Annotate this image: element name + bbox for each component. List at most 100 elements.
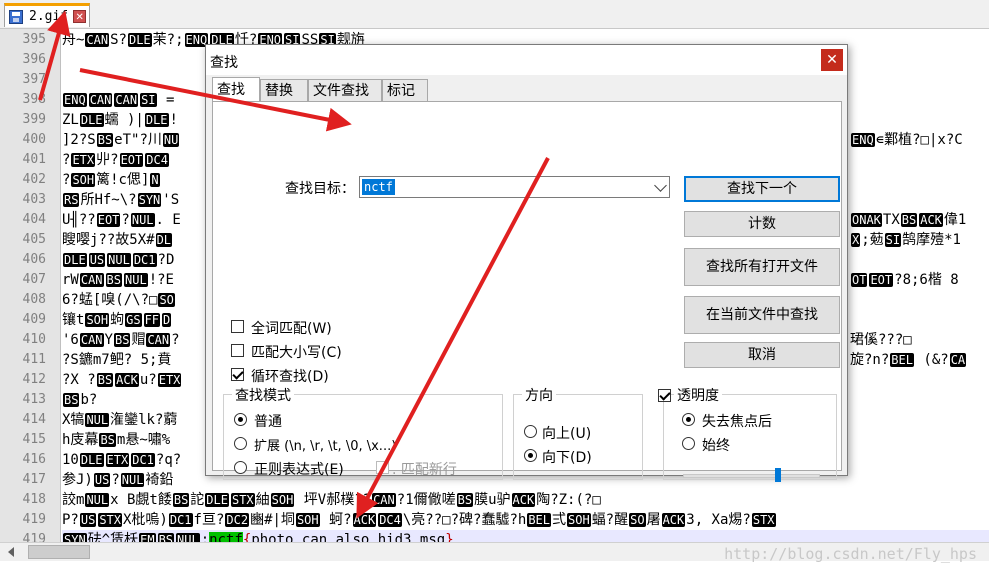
code-line-fragment[interactable]: ENQ ∊鄴植?□|x?C: [850, 130, 963, 150]
line-number: 397: [22, 72, 46, 87]
tab-find-in-files[interactable]: 文件查找: [308, 79, 382, 101]
code-line[interactable]: '6 CAN Y BS 赗 CAN?: [62, 330, 180, 350]
code-text: 砝^赁枖: [87, 532, 139, 542]
code-text: 丱?: [96, 152, 119, 168]
tab-replace[interactable]: 替换: [260, 79, 308, 101]
line-number: 406: [22, 252, 46, 267]
code-text: 10: [62, 452, 79, 468]
code-line[interactable]: ?S鑣m7鲃? 5;賁: [62, 350, 171, 370]
transparency-slider[interactable]: [683, 474, 820, 478]
match-newline-checkbox[interactable]: [376, 461, 389, 474]
control-char: SOH: [295, 513, 320, 527]
control-char: STX: [230, 493, 255, 507]
control-char: NUL: [130, 213, 155, 227]
code-line-fragment[interactable]: 旋?n? BEL (&? CA: [850, 350, 967, 370]
code-line[interactable]: 参J) US? NUL 裿鉛: [62, 470, 173, 490]
wrap-around-checkbox[interactable]: [231, 368, 244, 381]
cancel-button[interactable]: 取消: [684, 342, 840, 368]
whole-word-checkbox[interactable]: [231, 320, 244, 333]
code-line[interactable]: 瞍嘤j??故5X# DL: [62, 230, 173, 250]
code-line-fragment[interactable]: ONAK TX BS ACK 偉1: [850, 210, 966, 230]
code-line[interactable]: DLE US NUL DC1 ?D: [62, 250, 174, 270]
code-line[interactable]: h庋幕 BS m悬~嘯%: [62, 430, 170, 450]
match-case-checkbox[interactable]: [231, 344, 244, 357]
code-line[interactable]: 10 DLE ETX DC1 ?q?: [62, 450, 181, 470]
control-char: BS: [172, 493, 190, 507]
transparency-checkbox[interactable]: [658, 389, 671, 402]
scrollbar-thumb[interactable]: [28, 545, 90, 559]
tab-find[interactable]: 查找: [212, 77, 260, 101]
tab-close-icon[interactable]: ✕: [73, 10, 87, 23]
code-line[interactable]: RS 所Hf~\? SYN 'S: [62, 190, 179, 210]
code-line[interactable]: ? ETX 丱? EOT DC4: [62, 150, 170, 170]
find-all-open-files-button[interactable]: 查找所有打开文件: [684, 248, 840, 286]
code-line[interactable]: 镶t SOH 蚼 GS FF D: [62, 310, 172, 330]
extended-mode-radio[interactable]: [234, 437, 247, 450]
code-line-fragment[interactable]: 珺傒???□: [850, 330, 912, 350]
line-number: 403: [22, 192, 46, 207]
code-text: ?: [171, 332, 180, 348]
code-line[interactable]: ZL DLE 蠕 )| DLE!: [62, 110, 178, 130]
count-button[interactable]: 计数: [684, 211, 840, 237]
control-char: ETX: [71, 153, 96, 167]
code-line[interactable]: U╢?? EOT? NUL. E: [62, 210, 181, 230]
code-text: 豳#|垌: [250, 512, 295, 528]
code-line[interactable]: ?X ? BS ACK u? ETX: [62, 370, 182, 390]
tab-mark[interactable]: 标记: [382, 79, 428, 101]
transparency-slider-thumb[interactable]: [775, 468, 781, 482]
code-text: 潅鑾lk?藭: [110, 412, 178, 428]
normal-mode-radio[interactable]: [234, 413, 247, 426]
find-in-current-file-button[interactable]: 在当前文件中查找: [684, 296, 840, 334]
control-char: EOT: [96, 213, 121, 227]
line-number: 398: [22, 92, 46, 107]
match-case-label: 匹配大小写(C): [251, 345, 342, 361]
code-line[interactable]: rW CAN BS NUL !?E: [62, 270, 174, 290]
code-text: ?: [121, 212, 130, 228]
code-text: 所Hf~\?: [80, 192, 137, 208]
code-line[interactable]: ? SOH 篱!c偲] N: [62, 170, 161, 190]
control-char: US: [88, 253, 106, 267]
code-text: 膜u驴: [474, 492, 511, 508]
code-text: 6?蜢[嗅(/\?□: [62, 292, 158, 308]
code-text: ?: [62, 152, 71, 168]
code-line[interactable]: ]2?S BS eT"?川 NU: [62, 130, 180, 150]
chevron-down-icon[interactable]: [654, 179, 667, 192]
control-char: ACK: [661, 513, 686, 527]
lose-focus-radio[interactable]: [682, 413, 695, 426]
control-char: CAN: [372, 493, 396, 507]
code-line-fragment[interactable]: X ;葂 SI 鹄摩殪*1: [850, 230, 961, 250]
control-char: SI: [884, 233, 902, 247]
find-input[interactable]: nctf: [359, 176, 670, 198]
code-line[interactable]: ENQ CAN CAN SI =: [62, 90, 174, 110]
code-line[interactable]: BS b?: [62, 390, 97, 410]
code-text: 舟~: [62, 32, 85, 48]
code-text: 镶t: [62, 312, 85, 328]
code-line[interactable]: 詨m NUL x B覷t餧 BS 詑 DLE STX 紬 SOH 坪V郝樸?1 CAN ?1儞僘嗟 B…: [62, 490, 601, 510]
regex-mode-radio[interactable]: [234, 461, 247, 474]
code-line-fragment[interactable]: OT EOT ?8;6楷 8: [850, 270, 959, 290]
current-line[interactable]: SYN 砝^赁枖 EM BS NUL ;nctf{photo_can_also_hid3_…: [62, 530, 989, 542]
direction-down-radio[interactable]: [524, 449, 537, 462]
control-char: NUL: [85, 413, 110, 427]
tab-bar: 2.gif ✕: [0, 0, 989, 29]
close-icon[interactable]: ✕: [821, 49, 843, 71]
code-text: 偉1: [943, 212, 967, 228]
control-char: SYN: [137, 193, 162, 207]
code-text: ?1儞僘嗟: [396, 492, 456, 508]
code-text: ?S鑣m7鲃? 5;賁: [62, 352, 172, 368]
code-text: ZL: [62, 112, 79, 128]
code-line[interactable]: P? US STX X枇嗚) DC1 f亘? DC2 豳#|垌 SOH 蚵? ACK DC4 \亮??…: [62, 510, 777, 530]
direction-title: 方向: [522, 385, 556, 405]
control-char: BS: [96, 373, 114, 387]
find-next-button[interactable]: 查找下一个: [684, 176, 840, 202]
always-radio[interactable]: [682, 437, 695, 450]
file-tab[interactable]: 2.gif ✕: [4, 3, 90, 27]
scroll-left-icon[interactable]: [8, 547, 14, 557]
direction-up-radio[interactable]: [524, 425, 537, 438]
control-char: RS: [63, 193, 80, 207]
code-text: 蝠?醒: [591, 512, 629, 528]
code-line[interactable]: 6?蜢[嗅(/\?□ SO: [62, 290, 176, 310]
control-char: ONAK: [851, 213, 882, 227]
code-line[interactable]: X犒 NUL 潅鑾lk?藭: [62, 410, 177, 430]
control-char: BS: [63, 393, 80, 407]
